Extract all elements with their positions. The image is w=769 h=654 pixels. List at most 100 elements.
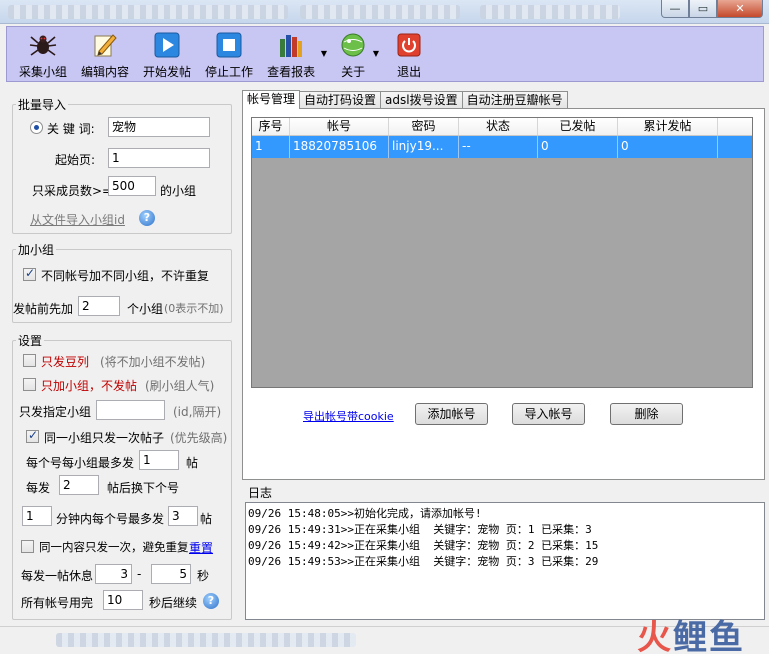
table-cell: -- [459,136,538,158]
log-line: 09/26 15:48:05>>初始化完成，请添加帐号! [248,507,482,520]
pencil-icon [91,31,119,59]
specified-groups-label: 只发指定小组 [19,405,92,419]
only-join-note: (刷小组人气) [145,379,215,393]
minutes-max-input[interactable]: 3 [168,506,198,526]
column-header[interactable]: 密码 [389,118,459,135]
max-per-group-suffix: 帖 [186,456,199,470]
members-suffix: 的小组 [160,184,197,198]
settings-title: 设置 [16,332,45,349]
once-per-group-checkbox[interactable] [26,428,39,443]
export-cookie-link[interactable]: 导出帐号带cookie [303,408,394,424]
status-blur [56,633,356,647]
minutes-input[interactable]: 1 [22,506,52,526]
log-line: 09/26 15:49:53>>正在采集小组 关键字：宠物 页：3 已采集：29 [248,555,599,568]
only-post-note: (将不加小组不发帖) [100,355,206,369]
table-header: 序号 帐号 密码 状态 已发帖 累计发帖 [252,118,752,136]
spider-icon [29,31,57,59]
column-header[interactable]: 累计发帖 [618,118,718,135]
minimize-icon[interactable]: — [661,0,689,18]
title-blur-2 [300,5,460,19]
chevron-down-icon[interactable]: ▼ [321,49,327,58]
column-header[interactable]: 状态 [459,118,538,135]
only-post-checkbox[interactable] [23,354,36,367]
rest-dash: - [137,567,142,581]
title-blur-3 [480,5,620,19]
only-join-checkbox[interactable] [23,378,36,391]
rest-min-input[interactable]: 3 [95,564,132,584]
every-posts-suffix: 帖后换下个号 [107,481,180,495]
log-panel[interactable]: 09/26 15:48:05>>初始化完成，请添加帐号! 09/26 15:49:… [245,502,765,620]
toolbar-label: 编辑内容 [81,65,130,79]
keyword-radio[interactable] [30,121,43,134]
main-toolbar: 采集小组 编辑内容 开始发帖 停止工作 查看报表 ▼ 关于 ▼ 退出 [6,26,764,82]
help-icon[interactable]: ? [203,593,219,609]
main-tabs: 帐号管理 自动打码设置 adsl拨号设置 自动注册豆瓣帐号 [242,90,568,109]
join-before-suffix: 个小组 [127,302,164,316]
members-label: 只采成员数>= [32,184,113,198]
join-before-note: (0表示不加) [164,302,224,315]
only-join-label: 只加小组，不发帖 [41,379,138,393]
maximize-icon[interactable]: ▭ [689,0,717,18]
start-page-input[interactable]: 1 [108,148,210,168]
all-used-input[interactable]: 10 [103,590,143,610]
view-report-button[interactable]: 查看报表 ▼ [267,27,327,81]
rest-label: 每发一帖休息 [21,569,94,583]
batch-import-title: 批量导入 [16,96,69,113]
log-title: 日志 [248,486,273,500]
keyword-label: 关 键 词: [47,122,95,136]
play-icon [153,31,181,59]
account-tab-panel: 序号 帐号 密码 状态 已发帖 累计发帖 1 18820785106 linjy… [242,108,765,480]
toolbar-label: 采集小组 [19,65,68,79]
tab-account-management[interactable]: 帐号管理 [242,90,301,109]
help-icon[interactable]: ? [139,210,155,226]
title-bar: — ▭ ✕ [0,0,769,24]
tab-auto-register[interactable]: 自动注册豆瓣帐号 [461,91,568,109]
specified-groups-input[interactable] [96,400,165,420]
books-icon [277,31,305,59]
all-used-suffix: 秒后继续 [149,596,198,610]
collect-groups-button[interactable]: 采集小组 [19,27,67,81]
diff-groups-checkbox[interactable] [23,266,36,281]
power-icon [395,31,423,59]
about-button[interactable]: 关于 ▼ [339,27,379,81]
tab-captcha-settings[interactable]: 自动打码设置 [299,91,382,109]
column-header[interactable]: 序号 [252,118,290,135]
all-used-label: 所有帐号用完 [21,596,94,610]
import-account-button[interactable]: 导入帐号 [512,403,585,425]
every-posts-input[interactable]: 2 [59,475,99,495]
only-post-label: 只发豆列 [41,355,90,369]
tab-adsl-settings[interactable]: adsl拨号设置 [380,91,463,109]
watermark-part: 火 [637,618,673,654]
edit-content-button[interactable]: 编辑内容 [81,27,129,81]
max-per-group-label: 每个号每小组最多发 [26,456,135,470]
same-content-checkbox[interactable] [21,540,34,553]
join-before-input[interactable]: 2 [78,296,120,316]
start-page-label: 起始页: [55,153,96,167]
stop-icon [215,31,243,59]
minutes-suffix: 帖 [200,512,213,526]
max-per-group-input[interactable]: 1 [139,450,179,470]
column-header[interactable]: 已发帖 [538,118,618,135]
join-before-label: 发帖前先加 [13,302,74,316]
accounts-table: 序号 帐号 密码 状态 已发帖 累计发帖 1 18820785106 linjy… [251,117,753,388]
rest-max-input[interactable]: 5 [151,564,191,584]
start-posting-button[interactable]: 开始发帖 [143,27,191,81]
delete-account-button[interactable]: 删除 [610,403,683,425]
exit-button[interactable]: 退出 [395,27,423,81]
chevron-down-icon[interactable]: ▼ [373,49,379,58]
log-line: 09/26 15:49:31>>正在采集小组 关键字：宠物 页：1 已采集：3 [248,523,592,536]
table-row[interactable]: 1 18820785106 linjy19... -- 0 0 [252,136,752,158]
column-header[interactable]: 帐号 [290,118,389,135]
import-from-file-link[interactable]: 从文件导入小组id [30,211,125,228]
stop-work-button[interactable]: 停止工作 [205,27,253,81]
close-icon[interactable]: ✕ [717,0,763,18]
members-input[interactable]: 500 [108,176,156,196]
table-cell: 0 [538,136,618,158]
add-account-button[interactable]: 添加帐号 [415,403,488,425]
keyword-input[interactable]: 宠物 [108,117,210,137]
table-cell: linjy19... [389,136,459,158]
reset-link[interactable]: 重置 [189,539,213,556]
window-controls: — ▭ ✕ [661,0,763,18]
specified-groups-note: (id,隔开) [173,405,222,419]
rest-unit: 秒 [197,569,210,583]
